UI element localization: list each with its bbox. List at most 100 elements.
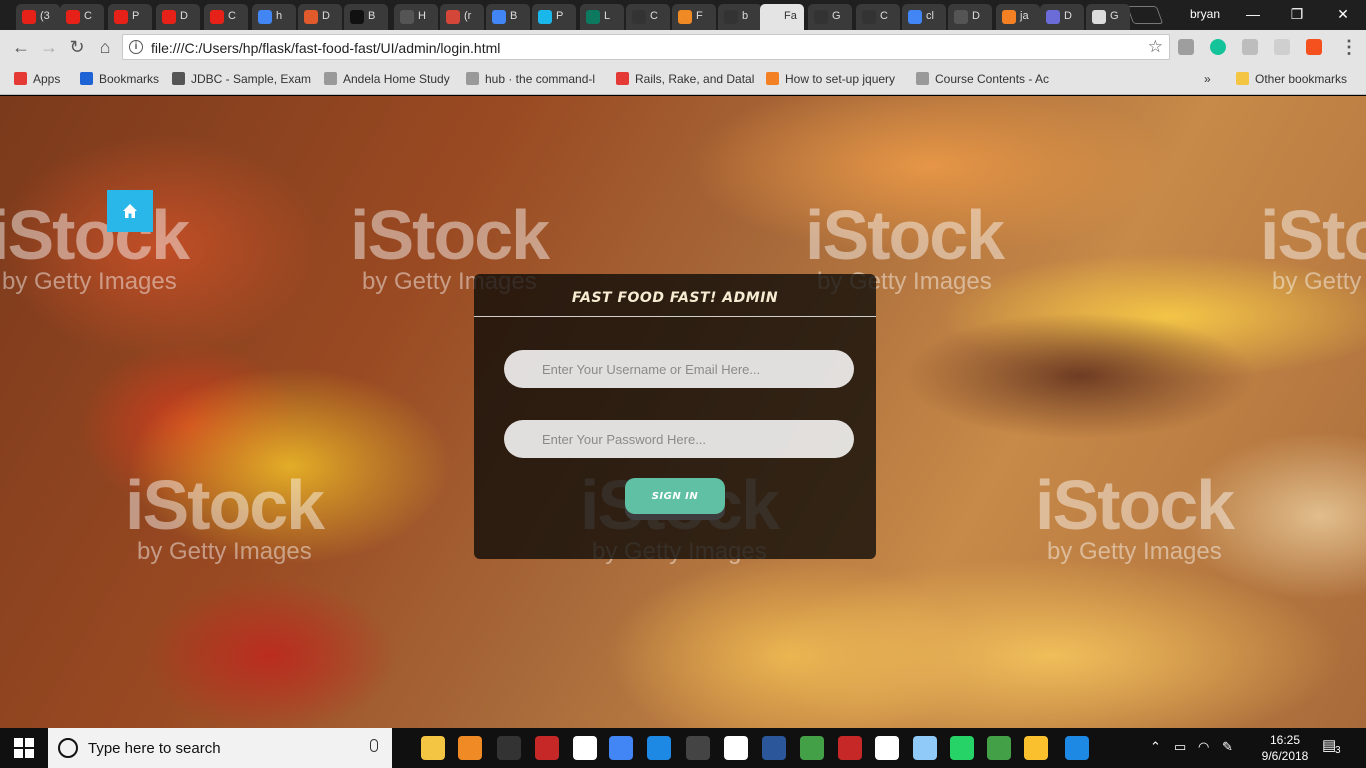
restore-button[interactable]: ❐ bbox=[1282, 4, 1312, 24]
browser-tab[interactable]: D bbox=[298, 4, 342, 30]
extension-icon[interactable] bbox=[1274, 39, 1290, 55]
address-bar[interactable]: i file:///C:/Users/hp/flask/fast-food-fa… bbox=[122, 34, 1170, 60]
slack-icon[interactable] bbox=[724, 736, 748, 760]
bookmark-item[interactable]: Course Contents - Ac bbox=[916, 72, 1049, 86]
bookmark-item[interactable]: Apps bbox=[14, 72, 60, 86]
tab-title: D bbox=[180, 10, 188, 22]
home-icon bbox=[123, 204, 137, 218]
browser-tab[interactable]: P bbox=[532, 4, 576, 30]
mail-extension-icon[interactable] bbox=[1178, 39, 1194, 55]
username-input[interactable] bbox=[504, 350, 854, 388]
tab-title: (r bbox=[464, 10, 472, 22]
tab-title: H bbox=[418, 10, 426, 22]
browser-tab[interactable]: B bbox=[486, 4, 530, 30]
bookmark-item[interactable]: How to set-up jquery bbox=[766, 72, 895, 86]
chevron-up-icon[interactable]: ⌃ bbox=[1150, 739, 1161, 755]
menu-icon[interactable]: ⋮ bbox=[1338, 36, 1360, 58]
browser-tab[interactable]: (3 bbox=[16, 4, 60, 30]
notifications-button[interactable]: ▤ 3 bbox=[1322, 736, 1346, 760]
browser-tab[interactable]: D bbox=[1040, 4, 1084, 30]
pen-icon[interactable]: ✎ bbox=[1222, 739, 1233, 755]
start-button[interactable] bbox=[0, 728, 48, 768]
info-icon[interactable]: i bbox=[129, 40, 143, 54]
bookmark-favicon-icon bbox=[172, 72, 185, 85]
browser-tab[interactable]: Fa bbox=[760, 4, 804, 30]
app-red-icon[interactable] bbox=[535, 736, 559, 760]
bookmark-item[interactable]: Bookmarks bbox=[80, 72, 159, 86]
battery-icon[interactable]: ▭ bbox=[1174, 739, 1186, 755]
browser-tab[interactable]: (r bbox=[440, 4, 484, 30]
spinner-icon[interactable] bbox=[800, 736, 824, 760]
bookmarks-overflow-chevron-icon[interactable]: » bbox=[1204, 72, 1211, 86]
paint-icon[interactable] bbox=[1024, 736, 1048, 760]
terminal-2-icon[interactable] bbox=[686, 736, 710, 760]
microphone-icon[interactable] bbox=[370, 739, 378, 752]
bookmark-star-icon[interactable]: ☆ bbox=[1148, 37, 1163, 57]
browser-tab[interactable]: B bbox=[344, 4, 388, 30]
bookmark-item[interactable]: hub · the command-l bbox=[466, 72, 595, 86]
home-icon[interactable]: ⌂ bbox=[94, 36, 116, 58]
new-tab-button[interactable] bbox=[1126, 6, 1164, 24]
forward-button[interactable]: → bbox=[38, 36, 60, 58]
bookmark-item[interactable]: JDBC - Sample, Exam bbox=[172, 72, 311, 86]
reload-button[interactable]: ↻ bbox=[66, 36, 88, 58]
browser-tab[interactable]: h bbox=[252, 4, 296, 30]
profile-name[interactable]: bryan bbox=[1190, 7, 1220, 21]
login-page: iStock by Getty Images iStock by Getty Ima… bbox=[0, 96, 1366, 728]
minimize-button[interactable]: — bbox=[1238, 4, 1268, 24]
browser-tab[interactable]: C bbox=[60, 4, 104, 30]
tab-title: D bbox=[1064, 10, 1072, 22]
browser-tab[interactable]: D bbox=[948, 4, 992, 30]
browser-tab[interactable]: G bbox=[1086, 4, 1130, 30]
tab-favicon-icon bbox=[862, 10, 876, 24]
browser-tab[interactable]: C bbox=[204, 4, 248, 30]
close-button[interactable]: ✕ bbox=[1328, 4, 1358, 24]
tab-favicon-icon bbox=[724, 10, 738, 24]
bookmark-favicon-icon bbox=[916, 72, 929, 85]
browser-tab[interactable]: cl bbox=[902, 4, 946, 30]
monitor-icon[interactable] bbox=[913, 736, 937, 760]
green-plus-icon[interactable] bbox=[987, 736, 1011, 760]
watermark: iStockby Getty Images bbox=[125, 466, 325, 565]
tab-title: C bbox=[880, 10, 888, 22]
password-input[interactable] bbox=[504, 420, 854, 458]
other-bookmarks[interactable]: Other bookmarks bbox=[1236, 72, 1347, 86]
browser-tab[interactable]: G bbox=[808, 4, 852, 30]
taskbar-search[interactable]: Type here to search bbox=[48, 728, 392, 768]
word-icon[interactable] bbox=[762, 736, 786, 760]
notes-icon[interactable] bbox=[573, 736, 597, 760]
windows-logo-icon bbox=[14, 738, 34, 758]
bookmark-item[interactable]: Andela Home Study bbox=[324, 72, 450, 86]
browser-tab[interactable]: P bbox=[108, 4, 152, 30]
url-text[interactable]: file:///C:/Users/hp/flask/fast-food-fast… bbox=[151, 40, 500, 56]
help-icon[interactable] bbox=[1065, 736, 1089, 760]
tab-title: cl bbox=[926, 10, 934, 22]
tab-title: C bbox=[650, 10, 658, 22]
browser-tab[interactable]: C bbox=[856, 4, 900, 30]
smile-icon[interactable] bbox=[875, 736, 899, 760]
folder-icon bbox=[1236, 72, 1249, 85]
browser-tab[interactable]: F bbox=[672, 4, 716, 30]
browser-tab[interactable]: L bbox=[580, 4, 624, 30]
sign-in-button[interactable]: SIGN IN bbox=[625, 478, 725, 514]
file-explorer-icon[interactable] bbox=[421, 736, 445, 760]
wifi-icon[interactable]: ◠ bbox=[1198, 739, 1209, 755]
red-app-icon[interactable] bbox=[838, 736, 862, 760]
browser-tab[interactable]: ja bbox=[996, 4, 1040, 30]
bookmark-item[interactable]: Rails, Rake, and Datal bbox=[616, 72, 754, 86]
browser-tab[interactable]: D bbox=[156, 4, 200, 30]
browser-tab[interactable]: b bbox=[718, 4, 762, 30]
vlc-icon[interactable] bbox=[458, 736, 482, 760]
wappalyzer-icon[interactable] bbox=[1306, 39, 1322, 55]
clock[interactable]: 16:25 9/6/2018 bbox=[1257, 732, 1313, 764]
whatsapp-icon[interactable] bbox=[950, 736, 974, 760]
back-button[interactable]: ← bbox=[10, 36, 32, 58]
browser-tab[interactable]: C bbox=[626, 4, 670, 30]
terminal-icon[interactable] bbox=[497, 736, 521, 760]
home-button[interactable] bbox=[107, 190, 153, 232]
browser-tab[interactable]: H bbox=[394, 4, 438, 30]
vscode-icon[interactable] bbox=[647, 736, 671, 760]
chrome-icon[interactable] bbox=[609, 736, 633, 760]
grammarly-icon[interactable] bbox=[1210, 39, 1226, 55]
doc-extension-icon[interactable] bbox=[1242, 39, 1258, 55]
